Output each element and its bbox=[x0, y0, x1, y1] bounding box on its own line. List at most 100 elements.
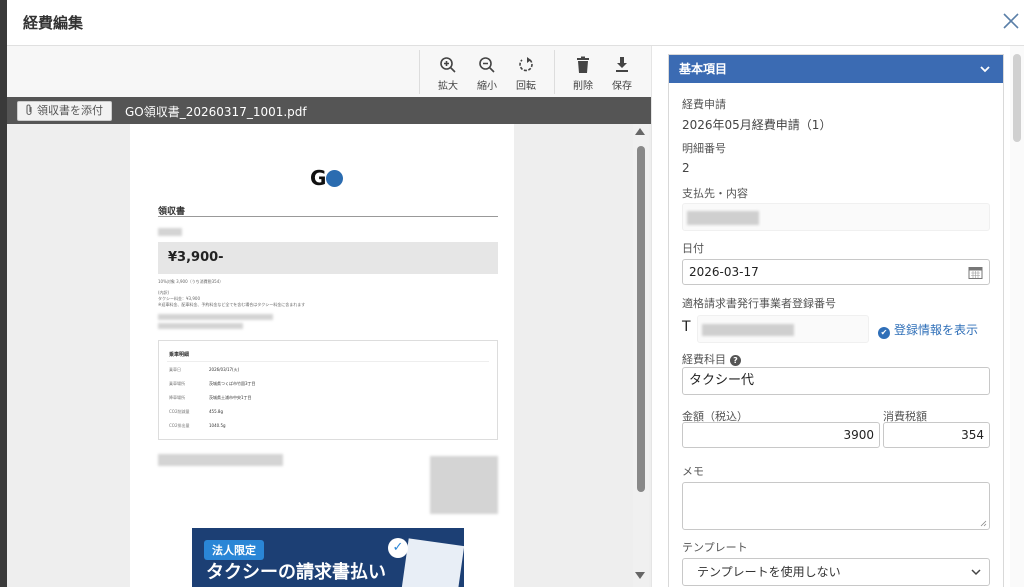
receipt-note-line: ※迎車料金、配車料金、予約料金など全てを含む場合はタクシー料金に含まれます bbox=[158, 302, 306, 307]
detail-number-label: 明細番号 bbox=[682, 142, 726, 155]
file-bar: 領収書を添付 GO領収書_20260317_1001.pdf bbox=[7, 97, 651, 124]
receipt-amount-box: ¥3,900- bbox=[158, 242, 498, 274]
basic-items-title: 基本項目 bbox=[679, 62, 728, 76]
receipt-amount: ¥3,900- bbox=[168, 250, 224, 265]
show-registration-info-label: 登録情報を表示 bbox=[894, 323, 979, 337]
ride-detail-value: 茨城県つくば市竹園3丁目 bbox=[209, 381, 256, 386]
banner-text: タクシーの請求書払い bbox=[206, 562, 386, 583]
template-label: テンプレート bbox=[682, 541, 748, 554]
redacted-registration-number bbox=[702, 324, 794, 336]
expense-request-value: 2026年05月経費申請（1） bbox=[682, 118, 832, 132]
ride-detail-title: 乗車明細 bbox=[169, 352, 190, 358]
invoice-registration-label: 適格請求書発行事業者登録番号 bbox=[682, 297, 836, 310]
invoice-registration-input[interactable] bbox=[697, 315, 869, 343]
expense-edit-modal: 経費編集 拡大 縮小 回転 削除 保存 領収書を添付 GO領収書_2026031… bbox=[7, 0, 1024, 587]
redacted-stamp-block bbox=[430, 456, 498, 514]
download-icon bbox=[616, 57, 628, 72]
ride-detail-value: 1040.5g bbox=[209, 423, 226, 428]
zoom-out-button[interactable]: 縮小 bbox=[469, 56, 505, 92]
check-circle-icon: ✔ bbox=[878, 327, 890, 339]
rotate-label: 回転 bbox=[516, 81, 536, 92]
promo-banner[interactable]: 法人限定 タクシーの請求書払い ✓ bbox=[192, 528, 464, 587]
viewer-toolbar: 拡大 縮小 回転 削除 保存 bbox=[7, 46, 651, 97]
zoom-in-icon bbox=[440, 57, 456, 73]
toolbar-divider bbox=[419, 50, 420, 94]
expense-request-label: 経費申請 bbox=[682, 98, 726, 111]
ride-detail-value: 455.8g bbox=[209, 409, 223, 414]
amount-value: 3900 bbox=[843, 428, 874, 442]
amount-input[interactable]: 3900 bbox=[682, 422, 880, 448]
invoice-registration-prefix: T bbox=[682, 319, 691, 335]
ride-detail-value: 2026/03/17(火) bbox=[209, 367, 240, 372]
basic-items-header[interactable]: 基本項目 bbox=[669, 55, 1003, 83]
go-logo-o-mark bbox=[326, 170, 344, 187]
modal-title: 経費編集 bbox=[23, 14, 84, 32]
account-title-input[interactable]: タクシー代 bbox=[682, 367, 990, 395]
payee-input[interactable] bbox=[682, 203, 990, 231]
save-button[interactable]: 保存 bbox=[604, 56, 640, 92]
redacted-text-line bbox=[158, 314, 273, 320]
account-title-text: 経費科目 bbox=[682, 353, 726, 366]
trash-icon bbox=[577, 56, 589, 73]
form-scroll-thumb[interactable] bbox=[1013, 54, 1021, 142]
resize-handle-icon[interactable] bbox=[980, 520, 987, 527]
scroll-up-arrow-icon[interactable] bbox=[635, 128, 645, 135]
modal-header: 経費編集 bbox=[7, 0, 1024, 46]
help-icon[interactable]: ? bbox=[730, 355, 741, 366]
receipt-page: G 領収書 ¥3,900- 10%対象 3,900（うち消費税354） (内訳)… bbox=[130, 124, 514, 587]
redacted-recipient bbox=[158, 228, 182, 236]
template-value: テンプレートを使用しない bbox=[697, 565, 841, 579]
expense-form-pane: 基本項目 経費申請 2026年05月経費申請（1） 明細番号 2 支払先・内容 … bbox=[651, 46, 1024, 587]
receipt-title-underline bbox=[158, 216, 498, 217]
go-logo-text: G bbox=[310, 166, 326, 190]
zoom-out-label: 縮小 bbox=[477, 81, 497, 92]
ride-detail-box: 乗車明細 乗車日 2026/03/17(火) 乗車場所 茨城県つくば市竹園3丁目… bbox=[158, 340, 498, 440]
tax-amount-input[interactable]: 354 bbox=[883, 422, 990, 448]
chevron-down-icon bbox=[980, 66, 990, 73]
close-icon bbox=[1003, 13, 1019, 29]
ride-detail-divider bbox=[167, 361, 489, 362]
ride-detail-label: CO2排出量 bbox=[169, 423, 190, 428]
attach-receipt-label: 領収書を添付 bbox=[37, 104, 103, 117]
rotate-icon bbox=[519, 57, 533, 72]
redacted-text-line bbox=[158, 323, 243, 329]
calendar-icon[interactable] bbox=[968, 265, 983, 280]
account-title-label: 経費科目? bbox=[682, 351, 741, 367]
checkmark-icon: ✓ bbox=[388, 538, 408, 558]
banner-document-image bbox=[399, 538, 464, 587]
template-select[interactable]: テンプレートを使用しない bbox=[682, 558, 990, 586]
ride-detail-label: 乗車日 bbox=[169, 367, 181, 372]
ride-detail-label: 降車場所 bbox=[169, 395, 185, 400]
zoom-in-label: 拡大 bbox=[438, 81, 458, 92]
redacted-company-block bbox=[158, 454, 283, 466]
receipt-tax-line: 10%対象 3,900（うち消費税354） bbox=[158, 279, 224, 284]
basic-items-section: 基本項目 経費申請 2026年05月経費申請（1） 明細番号 2 支払先・内容 … bbox=[668, 54, 1004, 587]
receipt-viewer-pane: 拡大 縮小 回転 削除 保存 領収書を添付 GO領収書_20260317_100… bbox=[7, 46, 651, 587]
memo-textarea[interactable] bbox=[682, 482, 990, 530]
attached-filename: GO領収書_20260317_1001.pdf bbox=[125, 105, 307, 119]
pdf-viewer[interactable]: G 領収書 ¥3,900- 10%対象 3,900（うち消費税354） (内訳)… bbox=[7, 124, 651, 587]
attach-receipt-button[interactable]: 領収書を添付 bbox=[17, 101, 112, 121]
ride-detail-label: 乗車場所 bbox=[169, 381, 185, 386]
tax-amount-value: 354 bbox=[961, 428, 984, 442]
rotate-button[interactable]: 回転 bbox=[508, 56, 544, 92]
zoom-out-icon bbox=[479, 57, 495, 73]
date-input[interactable]: 2026-03-17 bbox=[682, 259, 990, 285]
redacted-payee bbox=[687, 211, 759, 225]
delete-button[interactable]: 削除 bbox=[565, 56, 601, 92]
scroll-down-arrow-icon[interactable] bbox=[635, 572, 645, 579]
ride-detail-label: CO2削減量 bbox=[169, 409, 190, 414]
close-button[interactable] bbox=[1000, 10, 1022, 32]
form-scrollbar[interactable] bbox=[1010, 46, 1024, 587]
banner-tag: 法人限定 bbox=[204, 540, 264, 560]
detail-number-value: 2 bbox=[682, 161, 690, 175]
zoom-in-button[interactable]: 拡大 bbox=[430, 56, 466, 92]
chevron-down-icon bbox=[971, 569, 981, 576]
toolbar-divider bbox=[554, 50, 555, 94]
ride-detail-value: 茨城県土浦市中央1丁目 bbox=[209, 395, 252, 400]
show-registration-info-link[interactable]: ✔ 登録情報を表示 bbox=[878, 321, 978, 339]
save-label: 保存 bbox=[612, 81, 632, 92]
date-value: 2026-03-17 bbox=[689, 265, 759, 279]
viewer-scroll-thumb[interactable] bbox=[637, 146, 645, 492]
go-logo: G bbox=[310, 166, 344, 190]
